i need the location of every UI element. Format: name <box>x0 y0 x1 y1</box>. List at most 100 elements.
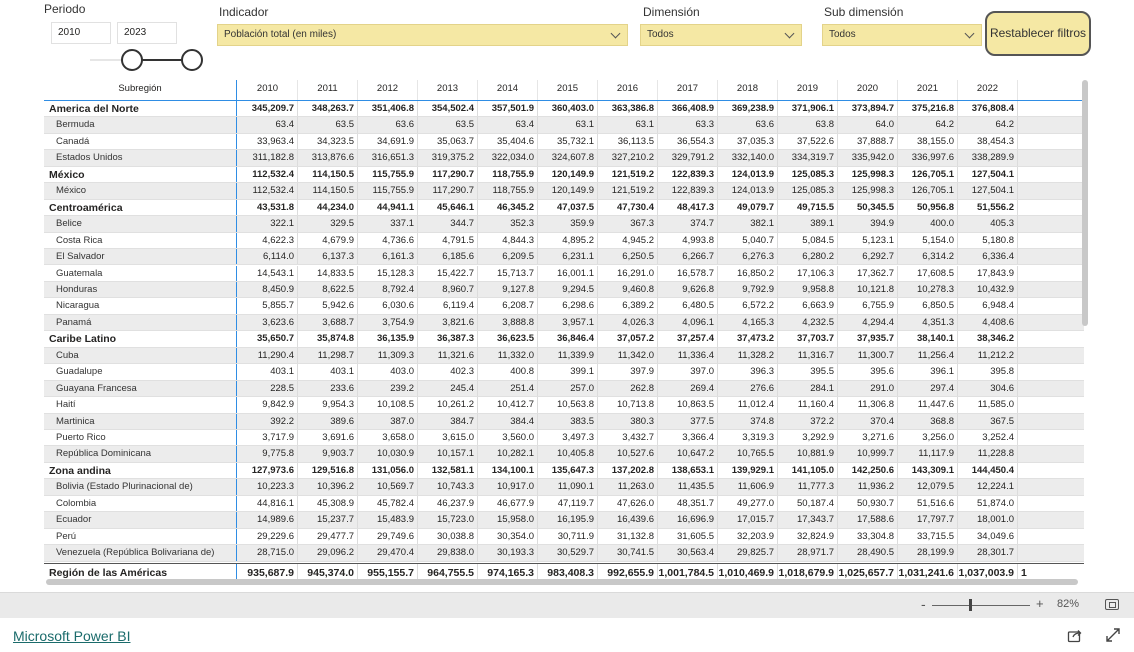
column-header-year[interactable]: 2014 <box>478 80 538 100</box>
table-row[interactable]: El Salvador 6,114.0 6,137.3 6,161.3 6,185.6 6… <box>44 249 1084 266</box>
table-row[interactable]: Colombia 44,816.1 45,308.9 45,782.4 46,237.9… <box>44 495 1084 513</box>
table-row[interactable]: Ecuador 14,989.6 15,237.7 15,483.9 15,723.0 1… <box>44 512 1084 529</box>
group-row[interactable]: Caribe Latino 35,650.7 35,874.8 36,135.9 36,… <box>44 331 1084 348</box>
vertical-scrollbar[interactable] <box>1082 80 1088 326</box>
table-row[interactable]: Guatemala 14,543.1 14,833.5 15,128.3 15,422.… <box>44 265 1084 282</box>
zoom-in-button[interactable]: + <box>1036 596 1044 611</box>
table-row[interactable]: Nicaragua 5,855.7 5,942.6 6,030.6 6,119.4 6,2… <box>44 298 1084 315</box>
table-row[interactable]: Bolivia (Estado Plurinacional de) 10,223.… <box>44 479 1084 496</box>
column-header-year[interactable]: 2015 <box>538 80 598 100</box>
value-cell: 64.2 <box>958 117 1018 134</box>
row-label: Haití <box>44 397 237 414</box>
table-row[interactable]: Haití 9,842.9 9,954.3 10,108.5 10,261.2 10,41… <box>44 397 1084 414</box>
value-cell: 127,504.1 <box>958 166 1018 184</box>
table-row[interactable]: Venezuela (República Bolivariana de) 28,7… <box>44 545 1084 562</box>
value-cell: 47,626.0 <box>598 495 658 513</box>
value-cell: 117,290.7 <box>418 166 478 184</box>
column-header-year[interactable]: 2016 <box>598 80 658 100</box>
value-cell: 10,527.6 <box>598 446 658 463</box>
value-cell: 6,161.3 <box>358 249 418 266</box>
table-row[interactable]: Guayana Francesa 228.5 233.6 239.2 245.4 251.… <box>44 380 1084 398</box>
value-cell: 9,958.8 <box>778 281 838 299</box>
value-cell: 34,049.6 <box>958 528 1018 546</box>
value-cell: 276.6 <box>718 380 778 398</box>
reset-filters-button[interactable]: Restablecer filtros <box>985 11 1091 56</box>
row-label: El Salvador <box>44 249 237 266</box>
column-header-year[interactable]: 2012 <box>358 80 418 100</box>
value-cell: 16,001.1 <box>538 265 598 282</box>
indicador-dropdown[interactable]: Población total (en miles) <box>217 24 628 46</box>
value-cell: 38,454.3 <box>958 133 1018 151</box>
column-header-year[interactable]: 2018 <box>718 80 778 100</box>
value-cell: 120,149.9 <box>538 183 598 200</box>
horizontal-scrollbar[interactable] <box>46 579 1078 585</box>
chevron-down-icon <box>605 25 627 45</box>
value-cell: 11,332.0 <box>478 347 538 365</box>
table-row[interactable]: Costa Rica 4,622.3 4,679.9 4,736.6 4,791.5 4,… <box>44 232 1084 250</box>
table-row[interactable]: Puerto Rico 3,717.9 3,691.6 3,658.0 3,615.0 3… <box>44 430 1084 447</box>
value-cell: 382.1 <box>718 216 778 233</box>
fullscreen-icon[interactable] <box>1105 627 1121 643</box>
zoom-slider-thumb[interactable] <box>969 599 972 611</box>
column-header-year[interactable]: 2010 <box>238 80 298 100</box>
column-header-year[interactable]: 2017 <box>658 80 718 100</box>
table-row[interactable]: Estados Unidos 311,182.8 313,876.6 316,651.… <box>44 150 1084 167</box>
column-header-year[interactable]: 2022 <box>958 80 1018 100</box>
value-cell: 4,679.9 <box>298 232 358 250</box>
zoom-slider[interactable] <box>932 605 1030 606</box>
fit-to-page-icon[interactable] <box>1105 599 1119 610</box>
value-cell: 11,309.3 <box>358 347 418 365</box>
value-cell: 10,713.8 <box>598 397 658 414</box>
period-slider-end-handle[interactable] <box>181 49 203 71</box>
column-header-year[interactable]: 2020 <box>838 80 898 100</box>
period-slider-start-handle[interactable] <box>121 49 143 71</box>
value-cell: 397.0 <box>658 364 718 381</box>
group-row[interactable]: México 112,532.4 114,150.5 115,755.9 117,290… <box>44 166 1084 184</box>
row-label: Guayana Francesa <box>44 380 237 398</box>
value-cell: 334,319.7 <box>778 150 838 167</box>
group-row[interactable]: Centroamérica 43,531.8 44,234.0 44,941.1 45,… <box>44 199 1084 217</box>
column-header-subregion[interactable]: Subregión <box>44 80 237 100</box>
group-row[interactable]: America del Norte 345,209.7 348,263.7 351,4… <box>44 101 1084 118</box>
zoom-out-button[interactable]: - <box>921 596 926 612</box>
value-cell: 337.1 <box>358 216 418 233</box>
table-row[interactable]: Cuba 11,290.4 11,298.7 11,309.3 11,321.6 11,3… <box>44 347 1084 365</box>
subdimension-dropdown[interactable]: Todos <box>822 24 982 46</box>
powerbi-link[interactable]: Microsoft Power BI <box>13 628 130 644</box>
value-cell: 4,945.2 <box>598 232 658 250</box>
table-row[interactable]: Bermuda 63.4 63.5 63.6 63.5 63.4 63.1 63.1 63.3 6… <box>44 117 1084 134</box>
row-label: Puerto Rico <box>44 430 237 447</box>
period-to-input[interactable]: 2023 <box>117 22 177 44</box>
table-row[interactable]: Panamá 3,623.6 3,688.7 3,754.9 3,821.6 3,888.… <box>44 314 1084 332</box>
column-header-year[interactable]: 2013 <box>418 80 478 100</box>
value-cell: 38,346.2 <box>958 331 1018 348</box>
table-row[interactable]: Belice 322.1 329.5 337.1 344.7 352.3 359.9 367.… <box>44 216 1084 233</box>
value-cell: 10,261.2 <box>418 397 478 414</box>
table-row[interactable]: Canadá 33,963.4 34,323.5 34,691.9 35,063.7 35… <box>44 133 1084 151</box>
value-cell: 35,404.6 <box>478 133 538 151</box>
group-row[interactable]: Zona andina 127,973.6 129,516.8 131,056.0 13… <box>44 462 1084 480</box>
period-from-input[interactable]: 2010 <box>51 22 111 44</box>
row-label: America del Norte <box>44 101 237 118</box>
share-icon[interactable] <box>1067 627 1083 643</box>
table-row[interactable]: Guadalupe 403.1 403.1 403.0 402.3 400.8 399.1 3… <box>44 364 1084 381</box>
table-row[interactable]: Perú 29,229.6 29,477.7 29,749.6 30,038.8 30,3… <box>44 528 1084 546</box>
value-cell: 50,345.5 <box>838 199 898 217</box>
row-label: México <box>44 183 237 200</box>
value-cell: 143,309.1 <box>898 462 958 480</box>
column-header-year[interactable]: 2011 <box>298 80 358 100</box>
table-row[interactable]: Martinica 392.2 389.6 387.0 384.7 384.4 383.5 3… <box>44 413 1084 430</box>
value-cell: 32,203.9 <box>718 528 778 546</box>
value-cell: 3,691.6 <box>298 430 358 447</box>
column-header-year[interactable]: 2021 <box>898 80 958 100</box>
value-cell: 15,422.7 <box>418 265 478 282</box>
column-header-year[interactable]: 2019 <box>778 80 838 100</box>
value-cell: 384.7 <box>418 413 478 430</box>
value-cell: 387.0 <box>358 413 418 430</box>
value-cell: 6,850.5 <box>898 298 958 315</box>
table-row[interactable]: México 112,532.4 114,150.5 115,755.9 117,290… <box>44 183 1084 200</box>
value-cell: 127,504.1 <box>958 183 1018 200</box>
table-row[interactable]: República Dominicana 9,775.8 9,903.7 10,030… <box>44 446 1084 463</box>
dimension-dropdown[interactable]: Todos <box>640 24 802 46</box>
table-row[interactable]: Honduras 8,450.9 8,622.5 8,792.4 8,960.7 9,12… <box>44 281 1084 299</box>
